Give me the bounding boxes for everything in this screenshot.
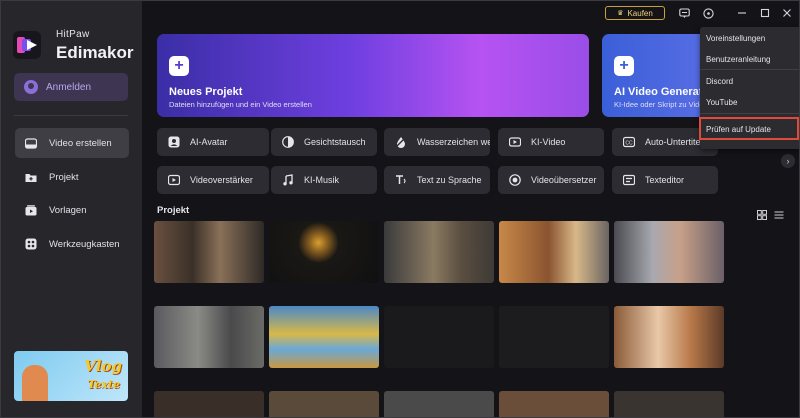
- tool-video-translator[interactable]: Videoübersetzer: [498, 166, 604, 194]
- sidebar-item-werkzeugkasten[interactable]: Werkzeugkasten: [15, 229, 129, 259]
- project-thumbnail[interactable]: [384, 391, 494, 417]
- tool-face-swap[interactable]: Gesichtstausch: [271, 128, 377, 156]
- tool-label: Videoübersetzer: [531, 175, 597, 185]
- list-view-icon[interactable]: [774, 207, 784, 219]
- project-thumbnail[interactable]: [384, 221, 494, 283]
- subtitle-icon: CC: [623, 136, 635, 148]
- video-translator-icon: [509, 174, 521, 186]
- close-icon[interactable]: [780, 6, 794, 20]
- tool-label: Texteditor: [645, 175, 685, 185]
- sidebar-item-label: Werkzeugkasten: [49, 238, 120, 250]
- project-icon: [24, 171, 37, 183]
- minimize-icon[interactable]: [735, 6, 749, 20]
- project-thumbnail[interactable]: [614, 221, 724, 283]
- promo-character: [22, 365, 48, 401]
- login-button[interactable]: Anmelden: [14, 73, 128, 101]
- sidebar-item-label: Projekt: [49, 171, 79, 183]
- menu-item-benutzeranleitung[interactable]: Benutzeranleitung: [706, 55, 771, 64]
- tool-ai-video[interactable]: KI-Video: [498, 128, 604, 156]
- project-thumbnail[interactable]: [499, 391, 609, 417]
- video-create-icon: [24, 137, 37, 149]
- sidebar-item-label: Vorlagen: [49, 204, 87, 216]
- sidebar-divider: [14, 115, 128, 116]
- buy-button[interactable]: ♛ Kaufen: [605, 6, 665, 20]
- text-to-speech-icon: [395, 174, 407, 186]
- buy-label: Kaufen: [627, 8, 653, 18]
- video-enhancer-icon: [168, 174, 180, 186]
- maximize-icon[interactable]: [758, 6, 772, 20]
- new-project-subtitle: Dateien hinzufügen und ein Video erstell…: [169, 100, 312, 109]
- tool-ai-music[interactable]: KI-Musik: [271, 166, 377, 194]
- project-thumbnail[interactable]: [499, 221, 609, 283]
- menu-item-discord[interactable]: Discord: [706, 77, 733, 86]
- new-project-card[interactable]: + Neues Projekt Dateien hinzufügen und e…: [157, 34, 589, 117]
- projects-title: Projekt: [157, 205, 190, 216]
- tool-label: KI-Musik: [304, 175, 340, 185]
- avatar-icon: [168, 136, 180, 148]
- plus-icon: +: [614, 56, 634, 76]
- sidebar-item-projekt[interactable]: Projekt: [15, 162, 129, 192]
- app-logo: [13, 31, 41, 59]
- menu-separator: [700, 69, 799, 70]
- tool-label: Videoverstärker: [190, 175, 253, 185]
- new-project-title: Neues Projekt: [169, 86, 243, 98]
- crown-icon: ♛: [617, 10, 624, 17]
- watermark-remove-icon: [395, 136, 407, 148]
- svg-text:CC: CC: [625, 141, 633, 147]
- project-thumbnail[interactable]: [154, 221, 264, 283]
- sidebar-item-video-erstellen[interactable]: Video erstellen: [15, 128, 129, 158]
- feedback-icon[interactable]: [677, 6, 691, 20]
- project-thumbnail[interactable]: [269, 306, 379, 368]
- scroll-right-icon[interactable]: ›: [781, 154, 795, 168]
- project-thumbnail[interactable]: [499, 306, 609, 368]
- ai-video-generator-subtitle: KI-Idee oder Skript zu Video: [614, 100, 708, 109]
- project-thumbnail[interactable]: [384, 306, 494, 368]
- ai-video-generator-title: AI Video Generator: [614, 86, 714, 98]
- tool-watermark-remove[interactable]: Wasserzeichen weg: [384, 128, 490, 156]
- avatar-icon: [24, 80, 38, 94]
- sidebar-item-label: Video erstellen: [49, 137, 112, 149]
- sidebar-item-vorlagen[interactable]: Vorlagen: [15, 195, 129, 225]
- sidebar: HitPaw Edimakor Anmelden Video erstellen…: [1, 1, 142, 417]
- app-window: HitPaw Edimakor Anmelden Video erstellen…: [0, 0, 800, 418]
- promo-line1: Vlog: [84, 357, 122, 375]
- templates-icon: [24, 204, 37, 216]
- highlight-box: [699, 117, 799, 140]
- project-thumbnail[interactable]: [614, 391, 724, 417]
- menu-item-youtube[interactable]: YouTube: [706, 98, 737, 107]
- menu-item-voreinstellungen[interactable]: Voreinstellungen: [706, 34, 765, 43]
- tool-ai-avatar[interactable]: AI-Avatar: [157, 128, 269, 156]
- promo-line2: Texte: [87, 378, 120, 391]
- text-editor-icon: [623, 174, 635, 186]
- project-thumbnail[interactable]: [269, 391, 379, 417]
- tool-label: AI-Avatar: [190, 137, 228, 147]
- login-label: Anmelden: [46, 81, 92, 93]
- brand-name: Edimakor: [56, 43, 134, 62]
- project-thumbnail[interactable]: [154, 306, 264, 368]
- tool-label: KI-Video: [531, 137, 566, 147]
- ai-music-icon: [282, 174, 294, 186]
- ai-video-icon: [509, 136, 521, 148]
- settings-menu-icon[interactable]: [701, 6, 715, 20]
- tool-label: Wasserzeichen weg: [417, 137, 490, 147]
- face-swap-icon: [282, 136, 294, 148]
- project-thumbnail[interactable]: [269, 221, 379, 283]
- toolbox-icon: [24, 238, 37, 250]
- project-thumbnail[interactable]: [614, 306, 724, 368]
- plus-icon: +: [169, 56, 189, 76]
- tool-label: Text zu Sprache: [417, 175, 482, 185]
- tool-text-to-speech[interactable]: Text zu Sprache: [384, 166, 490, 194]
- menu-separator: [700, 113, 799, 114]
- promo-banner[interactable]: Vlog Texte: [14, 351, 128, 401]
- tool-video-enhancer[interactable]: Videoverstärker: [157, 166, 269, 194]
- tool-text-editor[interactable]: Texteditor: [612, 166, 718, 194]
- brand-top: HitPaw: [56, 29, 90, 40]
- grid-view-icon[interactable]: [757, 207, 767, 220]
- tool-label: Auto-Untertitel: [645, 137, 703, 147]
- project-thumbnail[interactable]: [154, 391, 264, 417]
- tool-label: Gesichtstausch: [304, 137, 366, 147]
